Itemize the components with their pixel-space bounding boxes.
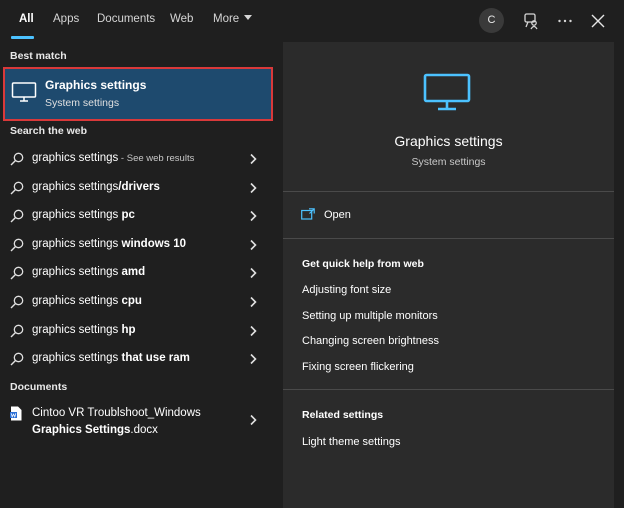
web-result-item[interactable]: graphics settings that use ram: [0, 345, 274, 373]
preview-subtitle: System settings: [411, 156, 486, 168]
web-result-text: graphics settings hp: [32, 324, 136, 336]
chevron-right-icon[interactable]: [248, 239, 258, 251]
tab-more[interactable]: More: [213, 13, 253, 25]
best-match-title: Graphics settings: [45, 78, 147, 92]
web-result-item[interactable]: graphics settings/drivers: [0, 174, 274, 202]
search-icon: [10, 238, 24, 252]
caret-down-icon: [244, 15, 253, 20]
more-options-icon[interactable]: [556, 12, 574, 30]
search-icon: [10, 152, 24, 166]
best-match-subtitle: System settings: [45, 97, 120, 109]
search-icon: [10, 324, 24, 338]
chevron-right-icon[interactable]: [248, 414, 258, 426]
web-result-query: graphics settings: [32, 209, 122, 221]
web-result-hint: - See web results: [118, 153, 195, 164]
web-result-text: graphics settings amd: [32, 266, 145, 278]
chevron-right-icon[interactable]: [248, 267, 258, 279]
tab-web[interactable]: Web: [170, 13, 193, 25]
web-result-item[interactable]: graphics settings windows 10: [0, 231, 274, 259]
web-result-suggestion: amd: [121, 266, 146, 278]
search-icon: [10, 352, 24, 366]
search-icon: [10, 181, 24, 195]
open-action[interactable]: Open: [301, 207, 421, 227]
word-document-icon: [10, 406, 22, 421]
document-name-match: Graphics Settings: [32, 424, 131, 436]
tab-more-label: More: [213, 13, 240, 25]
search-icon: [10, 295, 24, 309]
preview-title: Graphics settings: [394, 133, 503, 149]
web-result-query: graphics settings: [32, 152, 119, 164]
preview-panel: Graphics settings System settings Open G…: [283, 42, 614, 508]
search-top-bar: All Apps Documents Web More C: [0, 0, 624, 42]
quick-help-link[interactable]: Fixing screen flickering: [302, 361, 414, 373]
web-result-item[interactable]: graphics settings pc: [0, 202, 274, 230]
divider: [283, 191, 614, 192]
search-icon: [10, 209, 24, 223]
close-icon[interactable]: [589, 12, 607, 30]
web-result-query: graphics settings: [32, 324, 122, 336]
web-result-text: graphics settings that use ram: [32, 352, 190, 364]
open-icon: [301, 208, 315, 220]
tab-apps[interactable]: Apps: [53, 13, 79, 25]
divider: [283, 238, 614, 239]
web-result-query: graphics settings: [32, 352, 122, 364]
web-result-suggestion: cpu: [121, 295, 142, 307]
web-result-suggestion: that use ram: [121, 352, 190, 364]
feedback-icon[interactable]: [522, 12, 540, 30]
divider: [283, 389, 614, 390]
web-result-query: graphics settings: [32, 295, 122, 307]
web-result-item[interactable]: graphics settings hp: [0, 317, 274, 345]
web-result-text: graphics settings pc: [32, 209, 135, 221]
web-result-text: graphics settings - See web results: [32, 152, 194, 164]
web-result-suggestion: pc: [121, 209, 135, 221]
document-name-line2: Graphics Settings.docx: [32, 424, 158, 436]
related-settings-heading: Related settings: [302, 409, 384, 421]
monitor-icon: [423, 73, 471, 111]
search-icon: [10, 266, 24, 280]
quick-help-heading: Get quick help from web: [302, 258, 424, 270]
web-result-text: graphics settings cpu: [32, 295, 142, 307]
web-result-suggestion: hp: [121, 324, 136, 336]
quick-help-link[interactable]: Setting up multiple monitors: [302, 310, 438, 322]
best-match-label: Best match: [10, 50, 67, 62]
chevron-right-icon[interactable]: [248, 296, 258, 308]
best-match-item[interactable]: Graphics settings System settings: [3, 67, 273, 121]
account-avatar[interactable]: C: [479, 8, 504, 33]
web-result-suggestion: windows 10: [121, 238, 187, 250]
web-result-query: graphics settings: [32, 266, 122, 278]
tab-all[interactable]: All: [19, 13, 34, 25]
chevron-right-icon[interactable]: [248, 353, 258, 365]
open-label: Open: [324, 209, 351, 221]
document-extension: .docx: [130, 424, 158, 436]
quick-help-link[interactable]: Adjusting font size: [302, 284, 391, 296]
web-result-suggestion: /drivers: [118, 181, 160, 193]
results-panel: Best match Graphics settings System sett…: [0, 42, 274, 508]
chevron-right-icon[interactable]: [248, 153, 258, 165]
monitor-icon: [11, 82, 37, 102]
web-result-text: graphics settings/drivers: [32, 181, 160, 193]
web-result-item[interactable]: graphics settings cpu: [0, 288, 274, 316]
search-web-label: Search the web: [10, 125, 88, 137]
web-result-text: graphics settings windows 10: [32, 238, 186, 250]
active-tab-indicator: [11, 36, 34, 39]
documents-label: Documents: [10, 381, 68, 393]
tab-documents[interactable]: Documents: [97, 13, 155, 25]
document-result[interactable]: Cintoo VR Troublshoot_Windows Graphics S…: [0, 400, 274, 440]
chevron-right-icon[interactable]: [248, 210, 258, 222]
web-result-item[interactable]: graphics settings amd: [0, 259, 274, 287]
related-settings-link[interactable]: Light theme settings: [302, 436, 400, 448]
quick-help-link[interactable]: Changing screen brightness: [302, 335, 439, 347]
web-result-query: graphics settings: [32, 181, 119, 193]
document-name-line1: Cintoo VR Troublshoot_Windows: [32, 407, 201, 419]
web-result-item[interactable]: graphics settings - See web results: [0, 145, 274, 173]
chevron-right-icon[interactable]: [248, 325, 258, 337]
web-result-query: graphics settings: [32, 238, 122, 250]
chevron-right-icon[interactable]: [248, 182, 258, 194]
